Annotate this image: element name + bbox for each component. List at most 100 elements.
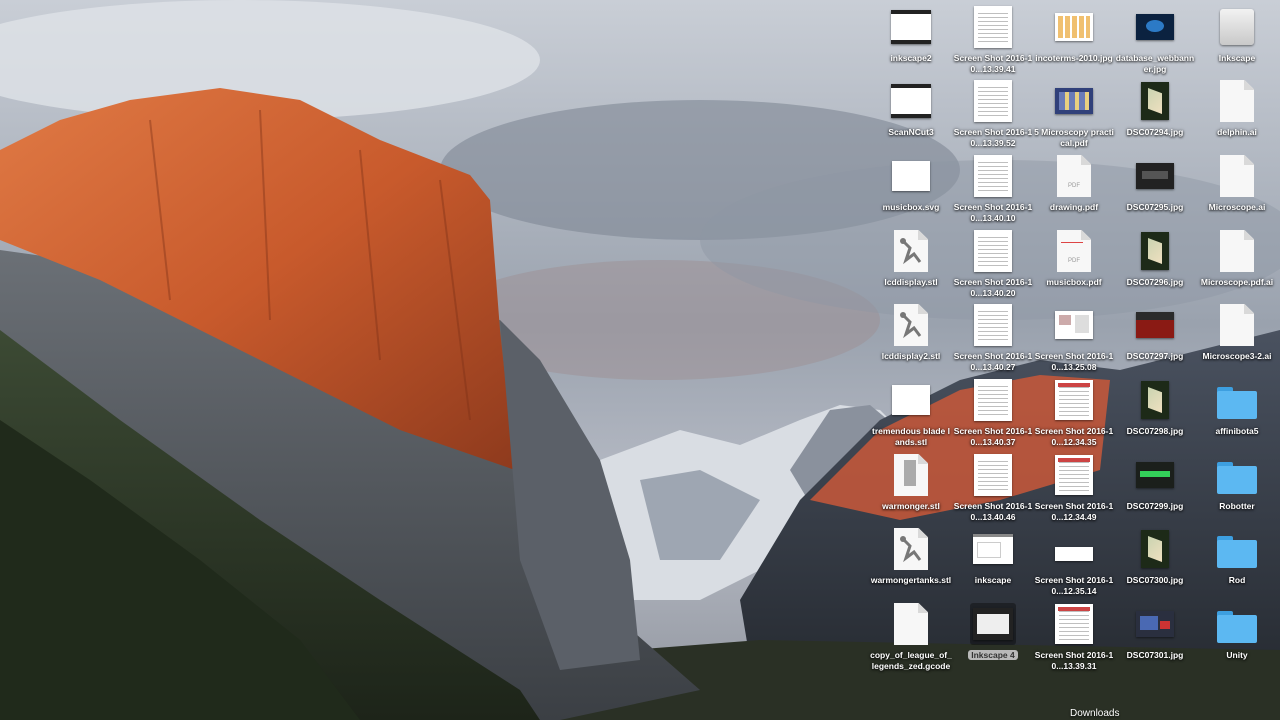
file-label: DSC07295.jpg [1126,202,1184,212]
image-thumbnail-icon [1132,6,1178,48]
screenshot-thumbnail-icon [970,379,1016,421]
desktop-file-item[interactable]: delphin.ai [1196,78,1278,152]
desktop-file-item[interactable]: musicbox.svg [870,153,952,227]
gcode-document-icon [888,603,934,645]
stl-model-icon [888,454,934,496]
desktop-file-item[interactable]: Screen Shot 2016-10...13.40.10 [952,153,1034,227]
file-label: ScanNCut3 [888,127,934,137]
file-label: Screen Shot 2016-10...12.34.35 [1034,426,1114,447]
file-label: musicbox.pdf [1046,277,1102,287]
file-label: warmongertanks.stl [870,575,952,585]
photo-thumbnail-icon [1132,230,1178,272]
disk-image-icon [1214,6,1260,48]
desktop-file-item[interactable]: Screen Shot 2016-10...13.39.41 [952,4,1034,78]
photo-thumbnail-icon [1132,528,1178,570]
desktop-file-item[interactable]: Inkscape 4 [952,601,1034,675]
desktop-file-item[interactable]: database_webbanner.jpg [1114,4,1196,78]
pdf-document-icon: PDF [1051,155,1097,197]
photo-thumbnail-icon [1132,379,1178,421]
desktop-file-item[interactable]: Screen Shot 2016-10...13.25.08 [1033,302,1115,376]
desktop-file-item[interactable]: DSC07301.jpg [1114,601,1196,675]
desktop-file-item[interactable]: Microscope3-2.ai [1196,302,1278,376]
file-label: Rod [1228,575,1246,585]
desktop-file-item[interactable]: affinibota5 [1196,377,1278,451]
desktop-file-item[interactable]: Screen Shot 2016-10...13.40.20 [952,228,1034,302]
folder-icon [1214,454,1260,496]
document-icon [1214,155,1260,197]
file-label: affinibota5 [1215,426,1259,436]
file-label: 5 Microscopy practical.pdf [1034,127,1114,148]
file-label: musicbox.svg [882,202,940,212]
screenshot-thumbnail-icon [1051,379,1097,421]
file-label: lcddisplay.stl [884,277,938,287]
desktop-file-item[interactable]: Screen Shot 2016-10...13.40.27 [952,302,1034,376]
desktop-file-item[interactable]: lcddisplay.stl [870,228,952,302]
desktop-file-item[interactable]: DSC07299.jpg [1114,452,1196,526]
desktop-file-item[interactable]: Screen Shot 2016-10...13.40.37 [952,377,1034,451]
desktop-file-item[interactable]: Inkscape [1196,4,1278,78]
desktop-file-item[interactable]: inkscape [952,526,1034,600]
desktop-file-item[interactable]: DSC07297.jpg [1114,302,1196,376]
desktop-file-item[interactable]: DSC07300.jpg [1114,526,1196,600]
file-label: Screen Shot 2016-10...13.40.46 [953,501,1033,522]
desktop-file-item[interactable]: lcddisplay2.stl [870,302,952,376]
desktop-file-item[interactable]: DSC07294.jpg [1114,78,1196,152]
file-label: inkscape [974,575,1012,585]
file-label: warmonger.stl [882,501,940,511]
desktop-file-item[interactable]: warmonger.stl [870,452,952,526]
file-label: DSC07300.jpg [1126,575,1184,585]
desktop-file-item[interactable]: 5 Microscopy practical.pdf [1033,78,1115,152]
file-label: DSC07297.jpg [1126,351,1184,361]
desktop-file-item[interactable]: tremendous blade lands.stl [870,377,952,451]
desktop-file-item[interactable]: Screen Shot 2016-10...12.34.35 [1033,377,1115,451]
desktop-file-item[interactable]: Rod [1196,526,1278,600]
svg-document-icon [888,155,934,197]
desktop-file-item[interactable]: Unity [1196,601,1278,675]
file-label: delphin.ai [1217,127,1257,137]
document-icon [1214,80,1260,122]
desktop-file-item[interactable]: incoterms-2010.jpg [1033,4,1115,78]
file-label: lcddisplay2.stl [881,351,941,361]
screenshot-thumbnail-icon [1051,304,1097,346]
document-icon [1214,304,1260,346]
desktop-file-item[interactable]: DSC07298.jpg [1114,377,1196,451]
desktop-file-item[interactable]: Screen Shot 2016-10...12.34.49 [1033,452,1115,526]
desktop-file-item[interactable]: warmongertanks.stl [870,526,952,600]
file-label: copy_of_league_of_legends_zed.gcode [870,650,952,671]
pdf-thumbnail-icon [1051,80,1097,122]
app-window-thumbnail-icon [888,6,934,48]
screenshot-thumbnail-icon [1051,528,1097,570]
desktop-file-item[interactable]: DSC07295.jpg [1114,153,1196,227]
stl-model-icon [888,304,934,346]
desktop-file-item[interactable]: Robotter [1196,452,1278,526]
folder-icon [1214,379,1260,421]
file-label: DSC07301.jpg [1126,650,1184,660]
desktop-file-item[interactable]: Screen Shot 2016-10...12.35.14 [1033,526,1115,600]
desktop-file-item[interactable]: Microscope.ai [1196,153,1278,227]
file-label: Screen Shot 2016-10...12.34.49 [1034,501,1114,522]
stl-model-icon [888,379,934,421]
file-label: Screen Shot 2016-10...12.35.14 [1034,575,1114,596]
desktop-file-item[interactable]: inkscape2 [870,4,952,78]
desktop-file-item[interactable]: copy_of_league_of_legends_zed.gcode [870,601,952,675]
desktop-file-item[interactable]: Screen Shot 2016-10...13.39.52 [952,78,1034,152]
folder-icon [1214,603,1260,645]
desktop-file-item[interactable]: Screen Shot 2016-10...13.40.46 [952,452,1034,526]
photo-thumbnail-icon [1132,155,1178,197]
desktop-icon-grid: inkscape2 Screen Shot 2016-10...13.39.41 i… [0,0,1280,720]
desktop-file-item[interactable]: Microscope.pdf.ai [1196,228,1278,302]
desktop-file-item[interactable]: PDF musicbox.pdf [1033,228,1115,302]
document-icon [1214,230,1260,272]
screenshot-thumbnail-icon [970,304,1016,346]
desktop-file-item[interactable]: PDF drawing.pdf [1033,153,1115,227]
file-label: Microscope3-2.ai [1202,351,1272,361]
desktop-file-item[interactable]: DSC07296.jpg [1114,228,1196,302]
stl-model-icon [888,528,934,570]
desktop-file-item[interactable]: ScanNCut3 [870,78,952,152]
file-label: Screen Shot 2016-10...13.39.41 [953,53,1033,74]
screenshot-thumbnail-icon [970,6,1016,48]
file-label: DSC07296.jpg [1126,277,1184,287]
desktop-file-item[interactable]: Screen Shot 2016-10...13.39.31 [1033,601,1115,675]
screenshot-thumbnail-icon [970,454,1016,496]
app-window-thumbnail-icon [888,80,934,122]
